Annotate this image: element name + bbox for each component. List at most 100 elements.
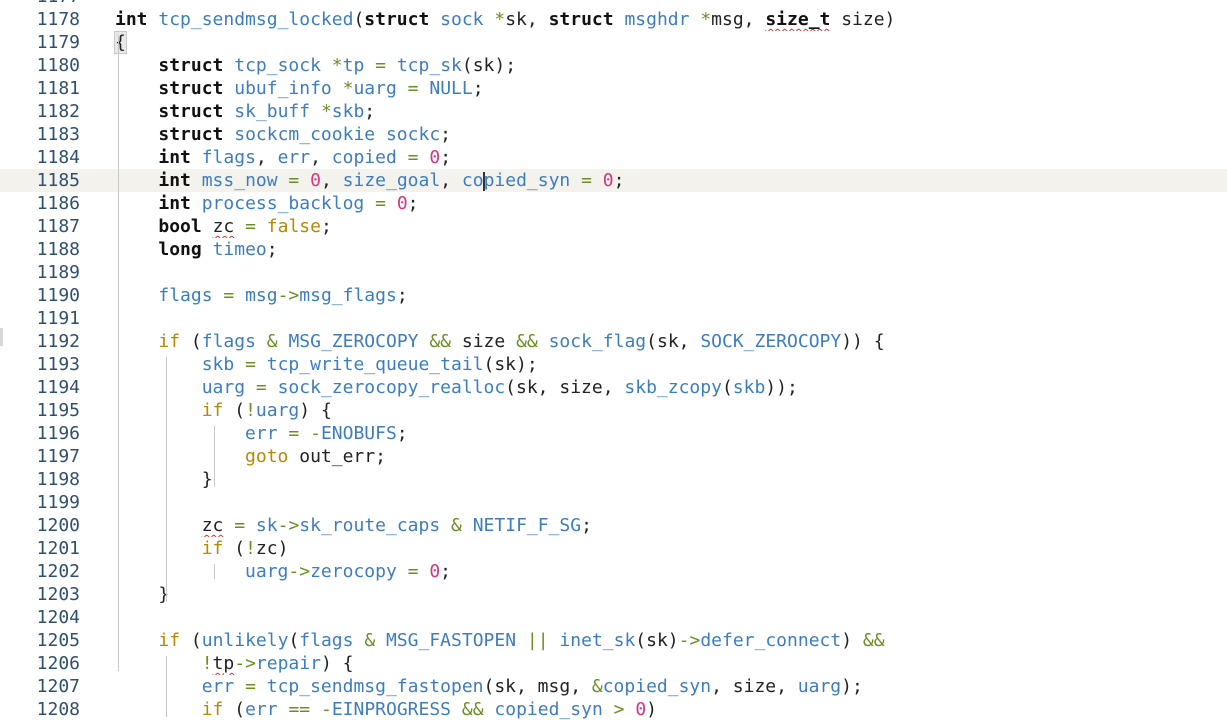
- code-line[interactable]: 1204: [0, 606, 1227, 629]
- code-token: skb: [331, 101, 365, 122]
- code-text: struct sockcm_cookie sockc;: [115, 123, 451, 146]
- code-line[interactable]: 1206 !tp->repair) {: [0, 652, 1227, 675]
- line-number: 1183: [36, 124, 80, 145]
- code-line[interactable]: 1178 int tcp_sendmsg_locked(struct sock *…: [0, 8, 1227, 31]
- code-line[interactable]: 1181 struct ubuf_info *uarg = NULL;: [0, 77, 1227, 100]
- code-line[interactable]: 1208 if (err == -EINPROGRESS && copied_s…: [0, 698, 1227, 720]
- code-line[interactable]: 1198 }: [0, 468, 1227, 491]
- code-line[interactable]: 1177: [0, 0, 1227, 8]
- code-text: !tp->repair) {: [115, 652, 354, 675]
- code-token: &&: [516, 331, 538, 352]
- code-line[interactable]: 1203 }: [0, 583, 1227, 606]
- code-line[interactable]: 1191: [0, 307, 1227, 330]
- code-line[interactable]: 1202 uarg->zerocopy = 0;: [0, 560, 1227, 583]
- code-text: int tcp_sendmsg_locked(struct sock *sk, …: [115, 8, 895, 31]
- code-token: -: [310, 423, 321, 444]
- code-line[interactable]: 1207 err = tcp_sendmsg_fastopen(sk, msg,…: [0, 675, 1227, 698]
- line-number: 1180: [36, 55, 80, 76]
- code-token: struct: [364, 9, 430, 30]
- code-line[interactable]: 1187 bool zc = false;: [0, 215, 1227, 238]
- code-token: long: [158, 239, 202, 260]
- code-token: ->: [234, 653, 256, 674]
- code-line[interactable]: 1201 if (!zc): [0, 537, 1227, 560]
- code-line[interactable]: 1182 struct sk_buff *skb;: [0, 100, 1227, 123]
- code-token: &&: [862, 630, 885, 651]
- line-number: 1197: [36, 446, 80, 467]
- code-editor[interactable]: 11771178int tcp_sendmsg_locked(struct so…: [0, 0, 1227, 720]
- code-token: tcp_sock: [234, 55, 321, 76]
- code-line[interactable]: 1186 int process_backlog = 0;: [0, 192, 1227, 215]
- code-line[interactable]: 1183 struct sockcm_cookie sockc;: [0, 123, 1227, 146]
- code-token: int: [158, 147, 191, 168]
- line-number: 1187: [36, 216, 80, 237]
- code-token: flags: [201, 147, 256, 168]
- code-line[interactable]: 1192 if (flags & MSG_ZEROCOPY && size &&…: [0, 330, 1227, 353]
- code-line[interactable]: 1188 long timeo;: [0, 238, 1227, 261]
- code-line[interactable]: 1179 {: [0, 31, 1227, 54]
- code-line[interactable]: 1197 goto out_err;: [0, 445, 1227, 468]
- code-line[interactable]: 1180 struct tcp_sock *tp = tcp_sk(sk);: [0, 54, 1227, 77]
- code-token: zc): [255, 538, 289, 559]
- code-token: err: [201, 676, 235, 697]
- code-token: size_goal: [342, 170, 441, 191]
- code-line[interactable]: 1185 int mss_now = 0, size_goal, copied_…: [0, 169, 1227, 192]
- code-token: zc: [212, 216, 235, 237]
- code-token: copied: [331, 147, 397, 168]
- code-token: &: [266, 331, 278, 352]
- code-line[interactable]: 1189: [0, 261, 1227, 284]
- code-token: ;: [396, 285, 408, 306]
- code-token: msghdr: [624, 9, 690, 30]
- line-number: 1203: [36, 584, 80, 605]
- code-token: uarg: [353, 78, 397, 99]
- code-token: *: [331, 55, 343, 76]
- code-token: ,: [320, 170, 343, 191]
- code-token: &: [364, 630, 376, 651]
- code-line[interactable]: 1190 flags = msg->msg_flags;: [0, 284, 1227, 307]
- code-token: if: [201, 538, 224, 559]
- line-number: 1204: [36, 607, 80, 628]
- code-token: ==: [288, 699, 311, 720]
- code-token: size: [451, 331, 517, 352]
- code-token: copied_syn: [602, 676, 712, 697]
- code-token: (sk, size,: [505, 377, 625, 398]
- code-line[interactable]: 1205 if (unlikely(flags & MSG_FASTOPEN |…: [0, 629, 1227, 652]
- code-token: ,: [310, 147, 332, 168]
- code-token: if: [201, 400, 224, 421]
- code-line[interactable]: 1194 uarg = sock_zerocopy_realloc(sk, si…: [0, 376, 1227, 399]
- line-number: 1191: [36, 308, 80, 329]
- code-line[interactable]: 1199: [0, 491, 1227, 514]
- code-text: }: [115, 468, 213, 491]
- code-token: flags: [201, 331, 256, 352]
- code-token: 0: [396, 193, 408, 214]
- code-line[interactable]: 1184 int flags, err, copied = 0;: [0, 146, 1227, 169]
- indent-guide: [214, 564, 215, 579]
- code-token: MSG_ZEROCOPY: [288, 331, 419, 352]
- code-token: int: [158, 170, 191, 191]
- indent-guide: [214, 426, 215, 487]
- code-line[interactable]: 1195 if (!uarg) {: [0, 399, 1227, 422]
- code-line[interactable]: 1196 err = -ENOBUFS;: [0, 422, 1227, 445]
- code-line[interactable]: 1193 skb = tcp_write_queue_tail(sk);: [0, 353, 1227, 376]
- code-line[interactable]: 1200 zc = sk->sk_route_caps & NETIF_F_SG…: [0, 514, 1227, 537]
- line-number: 1199: [36, 492, 80, 513]
